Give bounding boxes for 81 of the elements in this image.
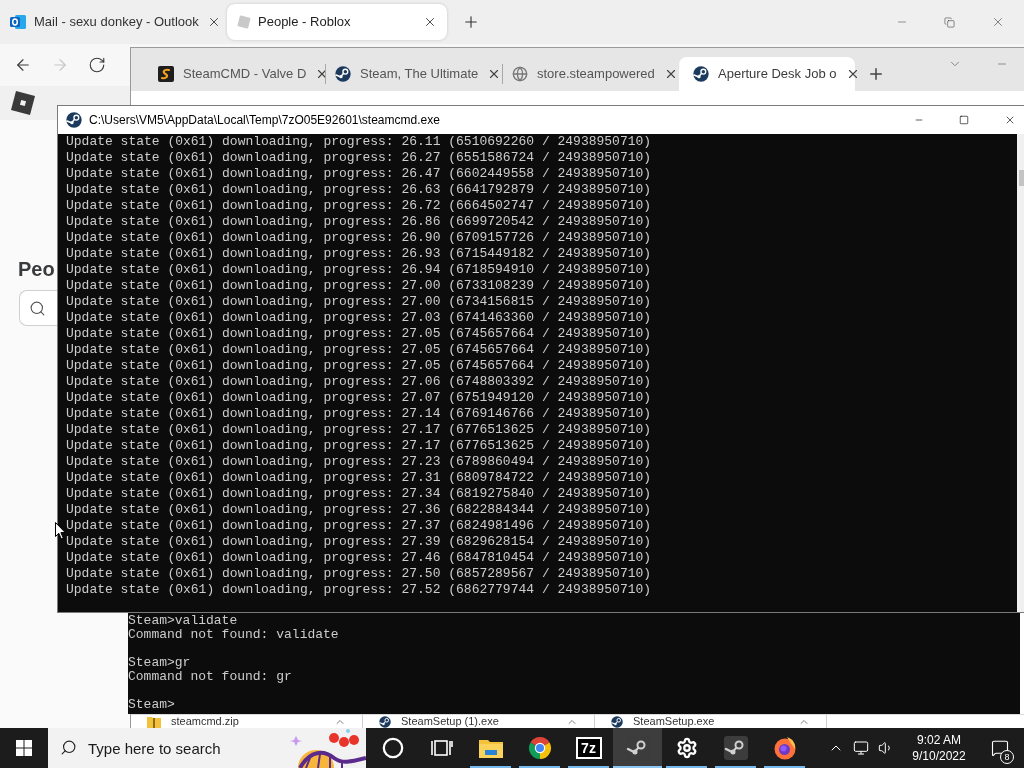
steam-logo-icon[interactable] [723, 736, 748, 760]
steam-logo-icon [66, 112, 82, 128]
close-icon[interactable] [1004, 114, 1016, 126]
roblox-logo-icon [236, 14, 252, 30]
console-line: Update state (0x61) downloading, progress: 27.06 (6748803392 / 24938950710) [66, 374, 652, 390]
console-line: Update state (0x61) downloading, progress: 27.00 (6733108239 / 24938950710) [66, 278, 652, 294]
scrollbar[interactable] [1017, 134, 1024, 612]
console-line: Update state (0x61) downloading, progress: 26.94 (6718594910 / 24938950710) [66, 262, 652, 278]
console-line: Update state (0x61) downloading, progress: 27.37 (6824981496 / 24938950710) [66, 518, 652, 534]
console-line: Update state (0x61) downloading, progress: 27.23 (6789860494 / 24938950710) [66, 454, 652, 470]
network-icon[interactable] [853, 740, 869, 756]
seven-zip-logo[interactable]: 7z [575, 737, 602, 759]
search-icon [60, 739, 77, 756]
console-line: Update state (0x61) downloading, progress: 27.50 (6857289567 / 24938950710) [66, 566, 652, 582]
windows-logo-icon [16, 740, 32, 756]
steamcmd-logo-icon [158, 66, 174, 82]
taskbar-button[interactable] [613, 728, 662, 768]
globe-icon [512, 66, 528, 82]
console-line: Update state (0x61) downloading, progress: 27.31 (6809784722 / 24938950710) [66, 470, 652, 486]
console-line: Update state (0x61) downloading, progress: 26.90 (6709157726 / 24938950710) [66, 230, 652, 246]
gear-icon[interactable] [675, 737, 698, 759]
taskbar-button[interactable]: 7z [564, 728, 613, 768]
console-line: Update state (0x61) downloading, progress: 27.17 (6776513625 / 24938950710) [66, 438, 652, 454]
download-item[interactable]: steamcmd.zip [171, 715, 324, 728]
download-item[interactable]: SteamSetup (1).exe [401, 715, 556, 728]
console-line: Update state (0x61) downloading, progress: 27.03 (6741463360 / 24938950710) [66, 310, 652, 326]
notification-badge: 8 [1000, 750, 1014, 764]
outlook-logo-icon [10, 14, 26, 30]
console-line: Update state (0x61) downloading, progress: 27.05 (6745657664 / 24938950710) [66, 342, 652, 358]
browser-tab[interactable]: SteamCMD - Valve D [149, 57, 325, 91]
browser-tab[interactable]: People - Roblox [227, 4, 447, 40]
console-line: Update state (0x61) downloading, progress: 27.34 (6819275840 / 24938950710) [66, 486, 652, 502]
window-title: C:\Users\VM5\AppData\Local\Temp\7zO05E92601\steamcmd.exe [89, 112, 440, 129]
maximize-icon[interactable] [959, 115, 969, 125]
chrome-logo-icon[interactable] [527, 736, 552, 760]
console-line: Update state (0x61) downloading, progress: 27.36 (6822884344 / 24938950710) [66, 502, 652, 518]
console-line: Update state (0x61) downloading, progress: 27.05 (6745657664 / 24938950710) [66, 326, 652, 342]
console-line: Command not found: gr [128, 670, 292, 684]
browser-tab[interactable]: Steam, The Ultimate [326, 57, 502, 91]
console-line: Update state (0x61) downloading, progress: 26.47 (6602449558 / 24938950710) [66, 166, 652, 182]
browser-tab[interactable]: Aperture Desk Job o [679, 57, 855, 91]
console-line: Steam> [128, 698, 175, 712]
console-line: Steam>validate [128, 614, 238, 628]
clock-button[interactable]: 9:02 AM 9/10/2022 [907, 732, 971, 764]
steam-logo-icon [335, 66, 351, 82]
search-field[interactable]: Type here to search [48, 728, 366, 768]
folder-icon[interactable] [478, 738, 503, 758]
console-line: Update state (0x61) downloading, progress: 26.72 (6664502747 / 24938950710) [66, 198, 652, 214]
refresh-icon[interactable] [88, 56, 106, 74]
roblox-logo-icon[interactable] [10, 90, 36, 116]
close-icon[interactable] [423, 15, 437, 29]
back-icon[interactable] [14, 56, 32, 74]
firefox-logo-icon[interactable] [772, 736, 797, 760]
console-line: Update state (0x61) downloading, progress: 26.11 (6510692260 / 24938950710) [66, 134, 652, 150]
console-line: Update state (0x61) downloading, progress: 27.00 (6734156815 / 24938950710) [66, 294, 652, 310]
console-line: Update state (0x61) downloading, progress: 26.63 (6641792879 / 24938950710) [66, 182, 652, 198]
browser-tab[interactable]: store.steampowered [503, 57, 679, 91]
console-line: Update state (0x61) downloading, progress: 27.52 (6862779744 / 24938950710) [66, 582, 652, 598]
console-line: Update state (0x61) downloading, progress: 26.86 (6699720542 / 24938950710) [66, 214, 652, 230]
console-line: Command not found: validate [128, 628, 339, 642]
console-line: Update state (0x61) downloading, progress: 27.14 (6769146766 / 24938950710) [66, 406, 652, 422]
new-tab-icon[interactable] [867, 65, 885, 83]
console-line: Update state (0x61) downloading, progress: 27.05 (6745657664 / 24938950710) [66, 358, 652, 374]
new-tab-icon[interactable] [462, 13, 480, 31]
circle-icon[interactable] [381, 737, 404, 759]
steam-logo-icon [693, 66, 709, 82]
browser-tab[interactable]: Mail - sexu donkey - Outlook [0, 4, 220, 40]
task-view-icon[interactable] [430, 738, 453, 758]
download-item[interactable]: SteamSetup.exe [633, 715, 788, 728]
roller-coaster-icon [290, 728, 366, 768]
console-line: Update state (0x61) downloading, progress: 27.17 (6776513625 / 24938950710) [66, 422, 652, 438]
console-line: Update state (0x61) downloading, progress: 26.93 (6715449182 / 24938950710) [66, 246, 652, 262]
page-heading: Peo [18, 257, 55, 282]
console-line: Update state (0x61) downloading, progress: 26.27 (6551586724 / 24938950710) [66, 150, 652, 166]
console-line: Update state (0x61) downloading, progress: 27.07 (6751949120 / 24938950710) [66, 390, 652, 406]
search-icon [29, 299, 46, 317]
console-line: Update state (0x61) downloading, progress: 27.39 (6829628154 / 24938950710) [66, 534, 652, 550]
console-line: Update state (0x61) downloading, progress: 27.46 (6847810454 / 24938950710) [66, 550, 652, 566]
zip-file-icon [147, 715, 161, 728]
console-line: Steam>gr [128, 656, 191, 670]
search-field[interactable] [19, 290, 57, 326]
